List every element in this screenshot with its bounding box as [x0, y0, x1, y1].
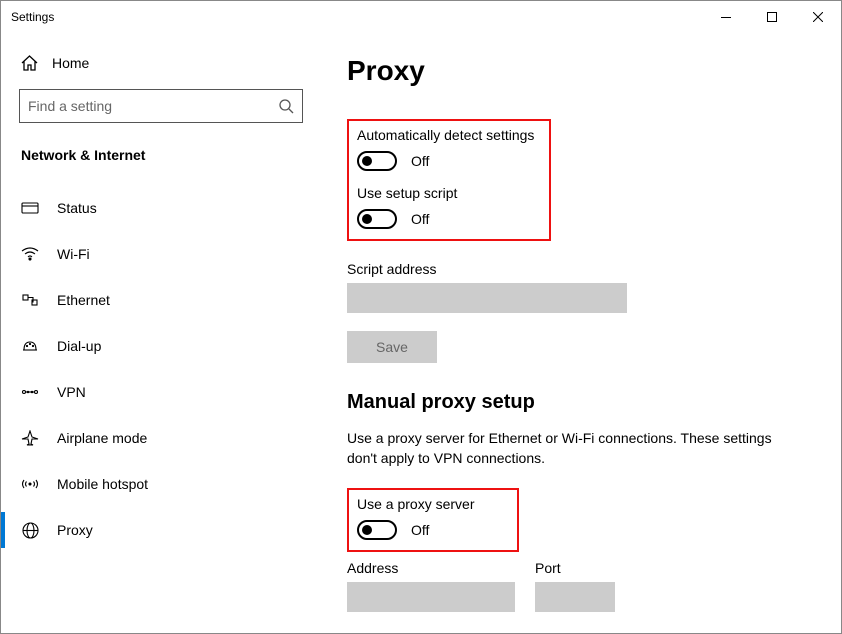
use-proxy-state: Off: [411, 522, 429, 538]
port-input: [535, 582, 615, 612]
main-content: Proxy Automatically detect settings Off …: [311, 33, 841, 633]
hotspot-icon: [21, 475, 39, 493]
maximize-button[interactable]: [749, 1, 795, 33]
setup-script-label: Use setup script: [357, 185, 541, 201]
script-address-label: Script address: [347, 261, 811, 277]
manual-section-title: Manual proxy setup: [347, 391, 811, 414]
sidebar-item-label: Airplane mode: [57, 430, 147, 446]
titlebar: Settings: [1, 1, 841, 33]
highlight-box-proxy: Use a proxy server Off: [347, 488, 519, 552]
highlight-box-auto: Automatically detect settings Off Use se…: [347, 119, 551, 241]
auto-detect-state: Off: [411, 153, 429, 169]
sidebar-item-proxy[interactable]: Proxy: [19, 507, 311, 553]
port-label: Port: [535, 560, 625, 576]
auto-detect-label: Automatically detect settings: [357, 127, 541, 143]
home-label: Home: [52, 55, 89, 71]
address-input: [347, 582, 515, 612]
sidebar-item-wifi[interactable]: Wi-Fi: [19, 231, 311, 277]
use-proxy-label: Use a proxy server: [357, 496, 509, 512]
ethernet-icon: [21, 291, 39, 309]
status-icon: [21, 199, 39, 217]
sidebar-item-vpn[interactable]: VPN: [19, 369, 311, 415]
setup-script-toggle[interactable]: [357, 209, 397, 229]
manual-description: Use a proxy server for Ethernet or Wi-Fi…: [347, 428, 787, 468]
minimize-icon: [721, 17, 731, 18]
setup-script-state: Off: [411, 211, 429, 227]
sidebar: Home Network & Internet Status Wi-Fi Eth…: [1, 33, 311, 633]
auto-detect-toggle[interactable]: [357, 151, 397, 171]
dialup-icon: [21, 337, 39, 355]
airplane-icon: [21, 429, 39, 447]
proxy-icon: [21, 521, 39, 539]
sidebar-item-ethernet[interactable]: Ethernet: [19, 277, 311, 323]
nav-list: Status Wi-Fi Ethernet Dial-up VPN Airpla…: [19, 185, 311, 553]
use-proxy-toggle[interactable]: [357, 520, 397, 540]
vpn-icon: [21, 383, 39, 401]
sidebar-item-label: VPN: [57, 384, 86, 400]
sidebar-item-label: Proxy: [57, 522, 93, 538]
home-link[interactable]: Home: [19, 47, 311, 89]
save-button: Save: [347, 331, 437, 363]
sidebar-item-label: Wi-Fi: [57, 246, 90, 262]
home-icon: [21, 55, 38, 71]
search-input[interactable]: [28, 98, 278, 114]
category-title: Network & Internet: [19, 147, 311, 173]
close-button[interactable]: [795, 1, 841, 33]
script-address-input: [347, 283, 627, 313]
search-icon: [278, 98, 294, 114]
sidebar-item-label: Mobile hotspot: [57, 476, 148, 492]
wifi-icon: [21, 245, 39, 263]
search-box[interactable]: [19, 89, 303, 123]
sidebar-item-status[interactable]: Status: [19, 185, 311, 231]
close-icon: [813, 12, 823, 22]
maximize-icon: [767, 12, 777, 22]
address-label: Address: [347, 560, 515, 576]
window-controls: [703, 1, 841, 33]
page-title: Proxy: [347, 55, 811, 87]
sidebar-item-airplane[interactable]: Airplane mode: [19, 415, 311, 461]
sidebar-item-label: Ethernet: [57, 292, 110, 308]
minimize-button[interactable]: [703, 1, 749, 33]
window-title: Settings: [11, 10, 54, 24]
sidebar-item-label: Dial-up: [57, 338, 101, 354]
sidebar-item-hotspot[interactable]: Mobile hotspot: [19, 461, 311, 507]
sidebar-item-label: Status: [57, 200, 97, 216]
sidebar-item-dialup[interactable]: Dial-up: [19, 323, 311, 369]
